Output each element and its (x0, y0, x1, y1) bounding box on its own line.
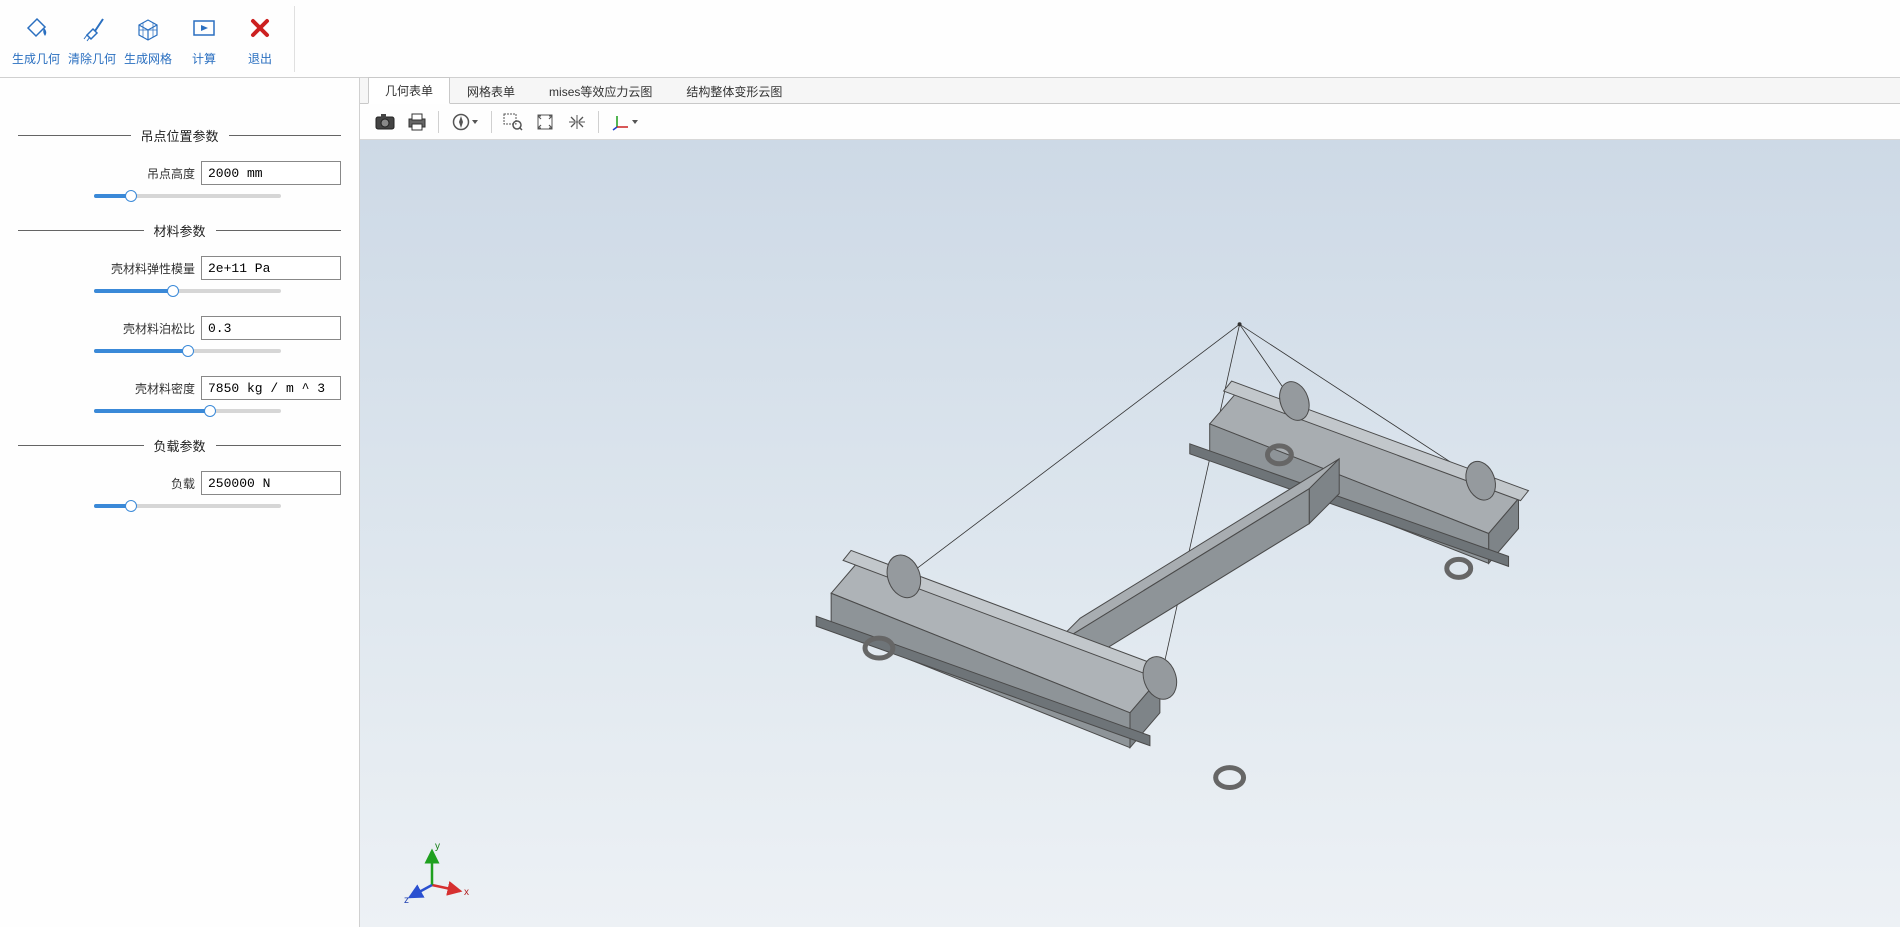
axis-triad: x y z (404, 837, 474, 907)
density-input[interactable] (201, 376, 341, 400)
tab-mesh[interactable]: 网格表单 (450, 78, 532, 104)
mesh-cube-icon (128, 8, 168, 48)
tab-mises[interactable]: mises等效应力云图 (532, 78, 669, 104)
section-load: 负载参数 (18, 436, 341, 455)
zoom-selection-button[interactable] (562, 108, 592, 136)
load-label: 负载 (171, 475, 195, 492)
top-toolbar: 生成几何 清除几何 (0, 0, 1900, 78)
generate-mesh-label: 生成网格 (124, 50, 172, 67)
model-render (360, 140, 1900, 927)
3d-viewport[interactable]: x y z (360, 140, 1900, 927)
lift-height-label: 吊点高度 (147, 165, 195, 182)
modulus-input[interactable] (201, 256, 341, 280)
main-content: 几何表单 网格表单 mises等效应力云图 结构整体变形云图 (360, 78, 1900, 927)
section-material-title: 材料参数 (144, 221, 216, 240)
param-poisson: 壳材料泊松比 (18, 316, 341, 340)
modulus-slider[interactable] (94, 284, 281, 298)
view-tabs: 几何表单 网格表单 mises等效应力云图 结构整体变形云图 (360, 78, 1900, 104)
print-button[interactable] (402, 108, 432, 136)
play-screen-icon (184, 8, 224, 48)
tab-geometry[interactable]: 几何表单 (368, 77, 450, 104)
snapshot-button[interactable] (370, 108, 400, 136)
poisson-slider[interactable] (94, 344, 281, 358)
param-modulus: 壳材料弹性模量 (18, 256, 341, 280)
fit-screen-icon (535, 113, 555, 131)
section-load-title: 负载参数 (144, 436, 216, 455)
modulus-label: 壳材料弹性模量 (111, 260, 195, 277)
param-density: 壳材料密度 (18, 376, 341, 400)
zoom-fit-button[interactable] (530, 108, 560, 136)
brush-icon (72, 8, 112, 48)
compute-button[interactable]: 计算 (176, 6, 232, 72)
axis-orientation-button[interactable] (605, 108, 645, 136)
compute-label: 计算 (192, 50, 216, 67)
paint-bucket-icon (16, 8, 56, 48)
clear-geometry-button[interactable]: 清除几何 (64, 6, 120, 72)
generate-mesh-button[interactable]: 生成网格 (120, 6, 176, 72)
parameters-sidebar: 吊点位置参数 吊点高度 材料参数 壳材料弹性模量 (0, 78, 360, 927)
param-lift-height: 吊点高度 (18, 161, 341, 185)
poisson-label: 壳材料泊松比 (123, 320, 195, 337)
clear-geometry-label: 清除几何 (68, 50, 116, 67)
section-material: 材料参数 (18, 221, 341, 240)
tab-deformation[interactable]: 结构整体变形云图 (669, 78, 799, 104)
section-lift-title: 吊点位置参数 (131, 126, 229, 145)
axis-triad-icon (612, 113, 630, 131)
chevron-down-icon (632, 120, 638, 124)
zoom-window-button[interactable] (498, 108, 528, 136)
exit-label: 退出 (248, 50, 272, 67)
toolbar-group: 生成几何 清除几何 (8, 6, 295, 72)
generate-geometry-button[interactable]: 生成几何 (8, 6, 64, 72)
close-x-icon (240, 8, 280, 48)
density-label: 壳材料密度 (135, 380, 195, 397)
param-load: 负载 (18, 471, 341, 495)
axis-y-label: y (435, 841, 440, 852)
axis-z-label: z (404, 895, 409, 906)
view-orientation-button[interactable] (445, 108, 485, 136)
chevron-down-icon (472, 120, 478, 124)
generate-geometry-label: 生成几何 (12, 50, 60, 67)
zoom-crossing-icon (567, 113, 587, 131)
lift-height-input[interactable] (201, 161, 341, 185)
zoom-window-icon (503, 113, 523, 131)
load-slider[interactable] (94, 499, 281, 513)
load-input[interactable] (201, 471, 341, 495)
exit-button[interactable]: 退出 (232, 6, 288, 72)
poisson-input[interactable] (201, 316, 341, 340)
printer-icon (407, 113, 427, 131)
camera-icon (375, 113, 395, 131)
axis-x-label: x (464, 887, 469, 898)
density-slider[interactable] (94, 404, 281, 418)
compass-icon (452, 113, 470, 131)
viewport-toolbar (360, 104, 1900, 140)
section-lift-position: 吊点位置参数 (18, 126, 341, 145)
lift-height-slider[interactable] (94, 189, 281, 203)
